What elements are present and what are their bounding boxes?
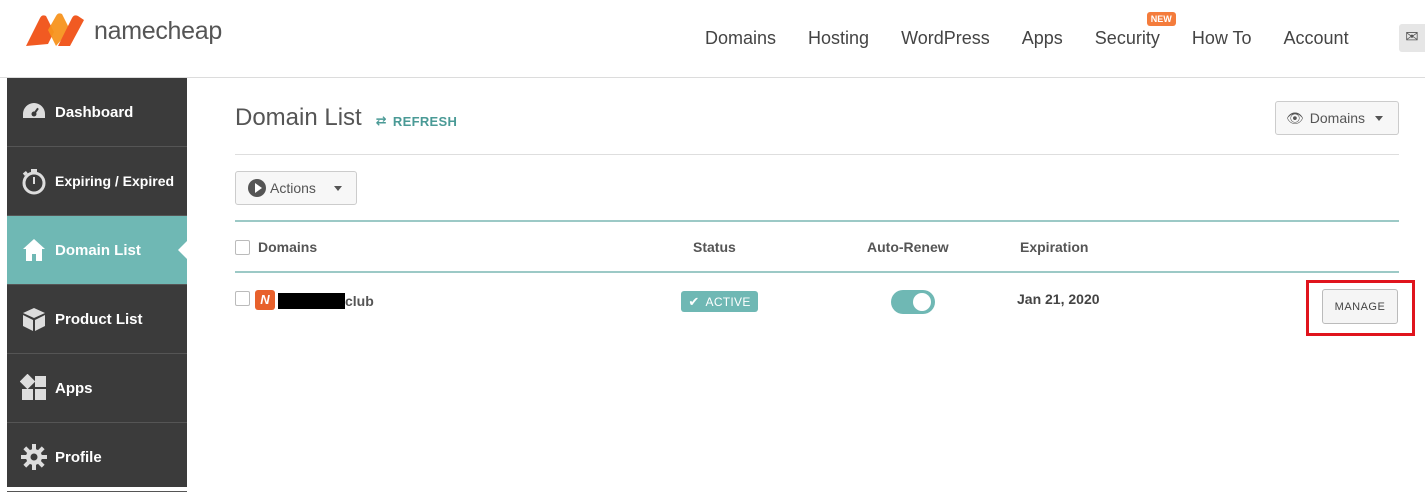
top-header: namecheap Domains Hosting WordPress Apps…: [0, 0, 1425, 78]
gear-icon: [19, 442, 49, 472]
checkmark-icon: ✔: [688, 293, 700, 309]
stopwatch-icon: [19, 166, 49, 196]
dashboard-gauge-icon: [19, 97, 49, 127]
sidebar-item-label: Product List: [55, 310, 143, 328]
box-icon: [19, 304, 49, 334]
nav-how-to[interactable]: How To: [1192, 28, 1252, 49]
table-top-border: [235, 220, 1399, 222]
nav-security[interactable]: NEW Security: [1094, 12, 1176, 49]
select-all-checkbox[interactable]: [235, 240, 250, 255]
namecheap-logo-icon: [26, 13, 84, 47]
view-select-dropdown[interactable]: 👁 Domains: [1275, 101, 1399, 135]
namecheap-logo[interactable]: namecheap: [22, 12, 222, 50]
domain-name[interactable]: club: [345, 293, 374, 309]
sidebar-item-label: Expiring / Expired: [55, 173, 175, 189]
sidebar: Dashboard Expiring / Expired Domain List…: [7, 78, 188, 492]
sidebar-item-apps[interactable]: Apps: [7, 354, 187, 423]
nav-security-label: Security: [1094, 28, 1160, 48]
main-nav: Domains Hosting WordPress Apps NEW Secur…: [705, 12, 1381, 49]
actions-dropdown[interactable]: Actions: [235, 171, 357, 205]
row-checkbox[interactable]: [235, 291, 250, 306]
mail-icon[interactable]: ✉: [1399, 24, 1425, 52]
sidebar-item-product-list[interactable]: Product List: [7, 285, 187, 354]
nav-hosting[interactable]: Hosting: [808, 28, 869, 49]
sidebar-item-label: Apps: [55, 379, 93, 397]
new-badge: NEW: [1146, 12, 1176, 26]
sidebar-item-dashboard[interactable]: Dashboard: [7, 78, 187, 147]
table-header-border: [235, 271, 1399, 273]
home-icon: [19, 235, 49, 265]
eye-icon: 👁: [1286, 109, 1304, 126]
column-header-status[interactable]: Status: [693, 239, 736, 255]
refresh-icon: ⇄: [375, 113, 387, 128]
status-label: ACTIVE: [705, 294, 751, 309]
redacted-domain-name: [278, 293, 345, 309]
sidebar-item-expiring[interactable]: Expiring / Expired: [7, 147, 187, 216]
nav-account[interactable]: Account: [1284, 28, 1349, 49]
apps-grid-icon: [19, 373, 49, 403]
expiration-date: Jan 21, 2020: [1017, 291, 1100, 307]
nav-domains[interactable]: Domains: [705, 28, 776, 49]
column-header-domains[interactable]: Domains: [258, 239, 317, 255]
nav-apps[interactable]: Apps: [1022, 28, 1063, 49]
actions-label: Actions: [270, 180, 316, 196]
column-header-auto-renew[interactable]: Auto-Renew: [867, 239, 949, 255]
manage-button[interactable]: MANAGE: [1322, 289, 1398, 324]
brand-name: namecheap: [94, 16, 222, 45]
view-select-label: Domains: [1309, 110, 1366, 126]
column-header-expiration[interactable]: Expiration: [1020, 239, 1088, 255]
nav-wordpress[interactable]: WordPress: [901, 28, 990, 49]
refresh-link[interactable]: ⇄ REFRESH: [376, 113, 457, 129]
play-icon: [248, 179, 266, 197]
sidebar-item-label: Dashboard: [55, 103, 134, 121]
sidebar-item-profile[interactable]: Profile: [7, 423, 187, 492]
divider: [235, 154, 1399, 155]
title-row: Domain List ⇄ REFRESH: [235, 104, 457, 132]
sidebar-item-domain-list[interactable]: Domain List: [7, 216, 188, 285]
status-badge: ✔ ACTIVE: [681, 291, 758, 312]
namecheap-domain-icon: N: [255, 290, 275, 310]
caret-down-icon: [333, 185, 342, 191]
sidebar-item-label: Domain List: [55, 241, 141, 259]
sidebar-item-label: Profile: [55, 448, 102, 466]
refresh-label: REFRESH: [392, 113, 458, 129]
auto-renew-toggle[interactable]: [891, 290, 935, 314]
caret-down-icon: [1375, 115, 1384, 121]
page-title: Domain List: [235, 104, 362, 131]
